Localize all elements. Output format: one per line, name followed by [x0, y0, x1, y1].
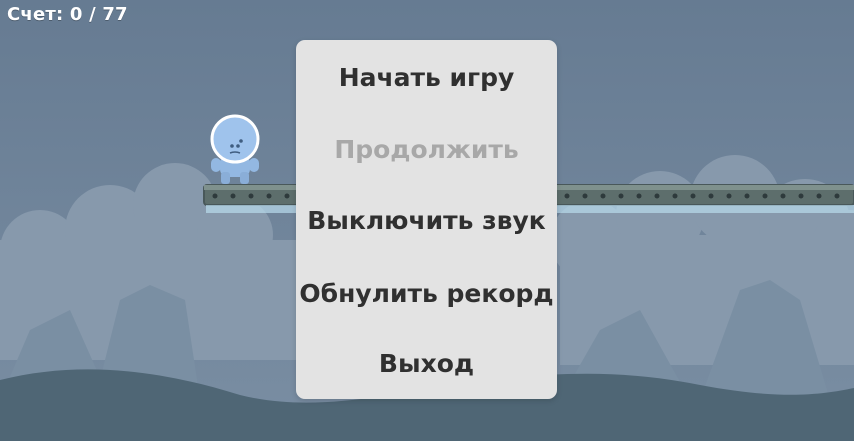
continue-button[interactable]: Продолжить: [296, 135, 557, 165]
exit-button[interactable]: Выход: [296, 349, 557, 379]
score-separator: /: [89, 4, 96, 25]
reset-record-button[interactable]: Обнулить рекорд: [296, 279, 557, 309]
score-total: 77: [102, 4, 128, 25]
score-label: Счет:: [7, 4, 64, 25]
score-current: 0: [69, 4, 83, 25]
mute-sound-button[interactable]: Выключить звук: [296, 206, 557, 236]
start-game-button[interactable]: Начать игру: [296, 63, 557, 93]
score-display: Счет: 0 / 77: [7, 4, 128, 25]
pause-menu: Начать игру Продолжить Выключить звук Об…: [296, 40, 557, 399]
